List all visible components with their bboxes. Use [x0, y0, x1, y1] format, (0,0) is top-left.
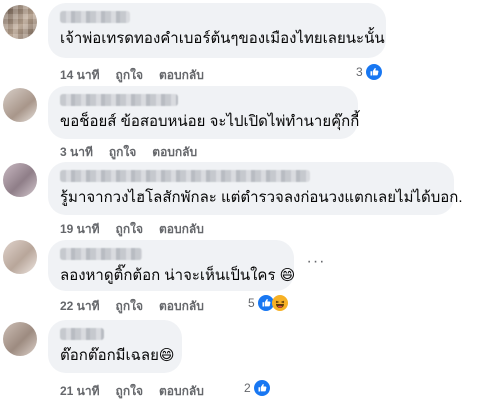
reaction-count: 5 [248, 296, 255, 310]
like-button[interactable]: ถูกใจ [116, 220, 143, 239]
reaction-summary[interactable]: 3 [356, 64, 382, 80]
reaction-count: 2 [244, 381, 251, 395]
reply-button[interactable]: ตอบกลับ [159, 297, 204, 316]
comment-text: ขอช็อยส์ ข้อสอบหน่อย จะไปเปิดไพ่ทำนายคุ๊… [60, 113, 360, 130]
like-button[interactable]: ถูกใจ [116, 66, 143, 85]
comment-text: เจ้าพ่อเทรดทองคำเบอร์ต้นๆของเมืองไทยเลยน… [60, 30, 385, 47]
reply-button[interactable]: ตอบกลับ [152, 143, 197, 162]
comment-actions: 3 นาที ถูกใจ ตอบกลับ [60, 143, 197, 162]
avatar[interactable] [3, 163, 37, 197]
more-options-button[interactable]: ··· [306, 254, 326, 270]
comment-text: รู้มาจากวงไฮโลสักพักละ แต่ตำรวจลงก่อนวงแ… [60, 189, 463, 206]
reply-button[interactable]: ตอบกลับ [159, 382, 204, 401]
author-name-blurred[interactable] [60, 170, 310, 182]
timestamp[interactable]: 22 นาที [60, 297, 100, 316]
reply-button[interactable]: ตอบกลับ [159, 220, 204, 239]
reaction-count: 3 [356, 65, 363, 79]
avatar[interactable] [3, 5, 37, 39]
author-name-blurred[interactable] [60, 11, 130, 23]
reaction-summary[interactable]: 5 [248, 295, 288, 311]
comment-actions: 22 นาที ถูกใจ ตอบกลับ [60, 297, 204, 316]
comment-text: ต๊อกต๊อกมีเฉลย😄 [60, 347, 175, 364]
like-button[interactable]: ถูกใจ [116, 297, 143, 316]
author-name-blurred[interactable] [60, 248, 142, 260]
author-name-blurred[interactable] [60, 328, 104, 340]
avatar[interactable] [3, 240, 37, 274]
like-button[interactable]: ถูกใจ [116, 382, 143, 401]
comment-actions: 19 นาที ถูกใจ ตอบกลับ [60, 220, 204, 239]
like-icon [253, 380, 270, 396]
like-icon [365, 64, 382, 80]
comment-bubble: เจ้าพ่อเทรดทองคำเบอร์ต้นๆของเมืองไทยเลยน… [48, 3, 386, 58]
avatar[interactable] [3, 322, 37, 356]
laugh-icon [271, 295, 288, 311]
comment-bubble: รู้มาจากวงไฮโลสักพักละ แต่ตำรวจลงก่อนวงแ… [48, 162, 463, 215]
comment-actions: 21 นาที ถูกใจ ตอบกลับ [60, 382, 204, 401]
comment-bubble: ขอช็อยส์ ข้อสอบหน่อย จะไปเปิดไพ่ทำนายคุ๊… [48, 86, 360, 139]
timestamp[interactable]: 3 นาที [60, 143, 93, 162]
comment-bubble: ลองหาดูติ๊กต้อก น่าจะเห็นเป็นใคร 😄 [48, 240, 296, 291]
comment-bubble: ต๊อกต๊อกมีเฉลย😄 [48, 320, 182, 373]
timestamp[interactable]: 21 นาที [60, 382, 100, 401]
timestamp[interactable]: 19 นาที [60, 220, 100, 239]
reply-button[interactable]: ตอบกลับ [159, 66, 204, 85]
like-button[interactable]: ถูกใจ [109, 143, 136, 162]
avatar[interactable] [3, 88, 37, 122]
reaction-summary[interactable]: 2 [244, 380, 270, 396]
author-name-blurred[interactable] [60, 94, 178, 106]
comment-text: ลองหาดูติ๊กต้อก น่าจะเห็นเป็นใคร 😄 [60, 267, 296, 284]
timestamp[interactable]: 14 นาที [60, 66, 100, 85]
comment-actions: 14 นาที ถูกใจ ตอบกลับ [60, 66, 204, 85]
